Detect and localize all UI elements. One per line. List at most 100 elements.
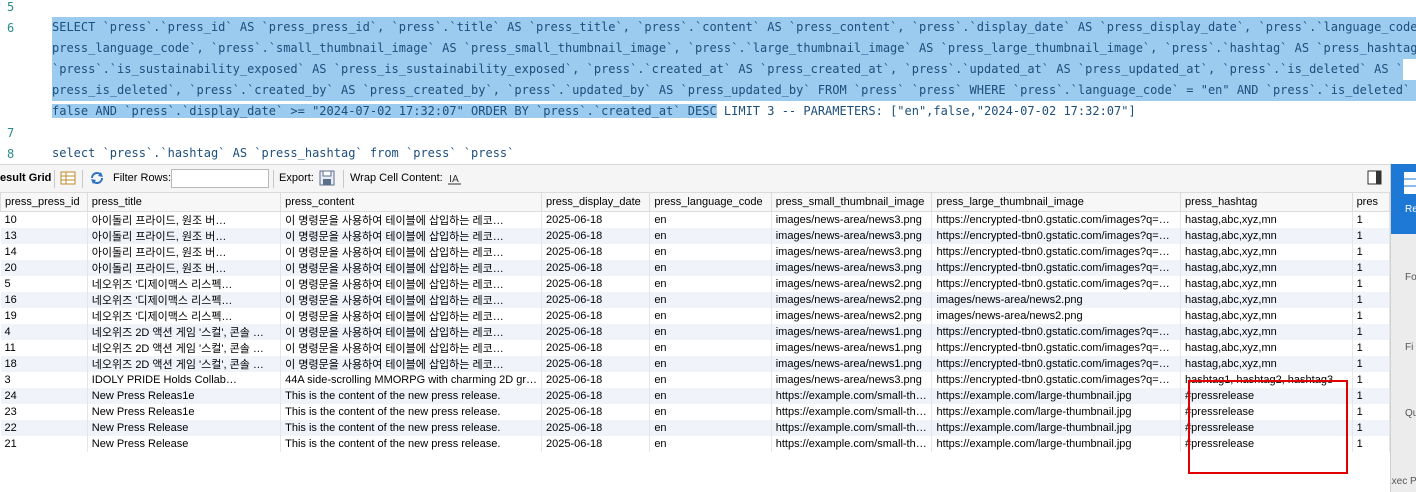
table-cell[interactable]: 1	[1352, 372, 1390, 388]
table-cell[interactable]: 2025-06-18	[541, 244, 651, 260]
table-cell[interactable]: 네오위즈 2D 액션 게임 '스컬', 콘솔 …	[87, 340, 282, 356]
wrap-cell-icon[interactable]: IA	[447, 170, 463, 186]
table-cell[interactable]: images/news-area/news3.png	[771, 260, 933, 276]
table-cell[interactable]: en	[649, 260, 772, 276]
table-cell[interactable]: images/news-area/news2.png	[771, 276, 933, 292]
export-icon[interactable]	[319, 170, 335, 186]
table-cell[interactable]: 14	[0, 244, 88, 260]
table-row[interactable]: 19 네오위즈 '디제이맥스 리스펙… 이 명령문을 사용하여 테이블에 삽입하는 …	[0, 308, 1390, 324]
table-row[interactable]: 16 네오위즈 '디제이맥스 리스펙… 이 명령문을 사용하여 테이블에 삽입하는 …	[0, 292, 1390, 308]
table-row[interactable]: 13 아이돌리 프라이드, 원조 버… 이 명령문을 사용하여 테이블에 삽입하는 …	[0, 228, 1390, 244]
table-cell[interactable]: 1	[1352, 404, 1390, 420]
table-cell[interactable]: 이 명령문을 사용하여 테이블에 삽입하는 레코…	[280, 244, 543, 260]
table-cell[interactable]: 2025-06-18	[541, 372, 651, 388]
table-cell[interactable]: 이 명령문을 사용하여 테이블에 삽입하는 레코…	[280, 260, 543, 276]
table-cell[interactable]: 2025-06-18	[541, 356, 651, 372]
table-cell[interactable]: 2025-06-18	[541, 308, 651, 324]
table-cell[interactable]: 2025-06-18	[541, 420, 651, 436]
query-stats-panel-button[interactable]: Qu St	[1391, 384, 1416, 444]
table-row[interactable]: 23 New Press Releas1e This is the content …	[0, 404, 1390, 420]
field-types-panel-button[interactable]: Fi Ty	[1391, 314, 1416, 374]
table-cell[interactable]: hastag,abc,xyz,mn	[1180, 324, 1353, 340]
table-cell[interactable]: 23	[0, 404, 88, 420]
table-cell[interactable]: 이 명령문을 사용하여 테이블에 삽입하는 레코…	[280, 228, 543, 244]
table-cell[interactable]: New Press Releas1e	[87, 404, 282, 420]
table-cell[interactable]: images/news-area/news3.png	[771, 372, 933, 388]
table-cell[interactable]: 아이돌리 프라이드, 원조 버…	[87, 260, 282, 276]
table-cell[interactable]: 1	[1352, 340, 1390, 356]
table-cell[interactable]: 22	[0, 420, 88, 436]
column-header-press-small-thumbnail-image[interactable]: press_small_thumbnail_image	[770, 192, 933, 212]
table-cell[interactable]: 1	[1352, 388, 1390, 404]
sql-line-segment[interactable]: SELECT `press`.`press_id` AS `press_pres…	[52, 17, 1416, 38]
table-cell[interactable]: https://encrypted-tbn0.gstatic.com/image…	[931, 276, 1182, 292]
table-cell[interactable]: 44A side-scrolling MMORPG with charming …	[280, 372, 543, 388]
table-cell[interactable]: 2025-06-18	[541, 211, 651, 228]
table-cell[interactable]: This is the content of the new press rel…	[280, 388, 543, 404]
table-cell[interactable]: 2025-06-18	[541, 324, 651, 340]
result-grid-tab[interactable]: esult Grid	[0, 172, 51, 184]
table-cell[interactable]: 18	[0, 356, 88, 372]
table-cell[interactable]: 이 명령문을 사용하여 테이블에 삽입하는 레코…	[280, 308, 543, 324]
table-cell[interactable]: 이 명령문을 사용하여 테이블에 삽입하는 레코…	[280, 292, 543, 308]
table-cell[interactable]: en	[649, 388, 772, 404]
table-row[interactable]: 24 New Press Releas1e This is the content …	[0, 388, 1390, 404]
table-cell[interactable]: 2025-06-18	[541, 388, 651, 404]
table-cell[interactable]: This is the content of the new press rel…	[280, 404, 543, 420]
table-cell[interactable]: hastag,abc,xyz,mn	[1180, 276, 1353, 292]
table-cell[interactable]: images/news-area/news2.png	[931, 308, 1182, 324]
table-cell[interactable]: https://encrypted-tbn0.gstatic.com/image…	[931, 324, 1182, 340]
table-cell[interactable]: This is the content of the new press rel…	[280, 420, 543, 436]
table-cell[interactable]: 이 명령문을 사용하여 테이블에 삽입하는 레코…	[280, 276, 543, 292]
table-cell[interactable]: 네오위즈 2D 액션 게임 '스컬', 콘솔 …	[87, 356, 282, 372]
sql-editor[interactable]: 5 6 7 8 SELECT `press`.`press_id` AS `pr…	[0, 0, 1416, 164]
table-cell[interactable]: 1	[1352, 324, 1390, 340]
table-cell[interactable]: 1	[1352, 292, 1390, 308]
table-cell[interactable]: 13	[0, 228, 88, 244]
table-cell[interactable]: en	[649, 228, 772, 244]
table-cell[interactable]: en	[649, 372, 772, 388]
table-cell[interactable]: 20	[0, 260, 88, 276]
form-editor-panel-button[interactable]: Fo Ed	[1391, 244, 1416, 304]
column-header-pres[interactable]: pres	[1351, 192, 1390, 212]
table-cell[interactable]: https://encrypted-tbn0.gstatic.com/image…	[931, 340, 1182, 356]
table-row[interactable]: 4 네오위즈 2D 액션 게임 '스컬', 콘솔 … 이 명령문을 사용하여 테이블…	[0, 324, 1390, 340]
column-header-press-display-date[interactable]: press_display_date	[541, 192, 651, 212]
column-header-press-language-code[interactable]: press_language_code	[649, 192, 772, 212]
table-row[interactable]: 22 New Press Release This is the content o…	[0, 420, 1390, 436]
sql-line-segment[interactable]: press_is_deleted`, `press`.`created_by` …	[52, 80, 1416, 101]
sql-line-segment[interactable]: press_language_code`, `press`.`small_thu…	[52, 38, 1416, 59]
table-cell[interactable]: 1	[1352, 356, 1390, 372]
table-cell[interactable]: en	[649, 420, 772, 436]
table-cell[interactable]: images/news-area/news3.png	[771, 228, 933, 244]
table-cell[interactable]: images/news-area/news2.png	[931, 292, 1182, 308]
table-cell[interactable]: en	[649, 211, 772, 228]
table-cell[interactable]: New Press Release	[87, 420, 282, 436]
table-cell[interactable]: hastag,abc,xyz,mn	[1180, 308, 1353, 324]
table-cell[interactable]: images/news-area/news2.png	[771, 308, 933, 324]
table-cell[interactable]: New Press Release	[87, 436, 282, 452]
table-cell[interactable]: 10	[0, 211, 88, 228]
table-cell[interactable]: images/news-area/news1.png	[771, 340, 933, 356]
table-row[interactable]: 21 New Press Release This is the content o…	[0, 436, 1390, 452]
sql-line-segment[interactable]: `press`.`is_sustainability_exposed` AS `…	[52, 59, 1404, 80]
table-cell[interactable]: 3	[0, 372, 88, 388]
result-grid[interactable]: press_press_id press_title press_content pr…	[0, 192, 1390, 492]
execution-plan-panel-button[interactable]: Exec Pl	[1391, 454, 1416, 492]
table-row[interactable]: 5 네오위즈 '디제이맥스 리스펙… 이 명령문을 사용하여 테이블에 삽입하는 레…	[0, 276, 1390, 292]
table-row[interactable]: 18 네오위즈 2D 액션 게임 '스컬', 콘솔 … 이 명령문을 사용하여 테이…	[0, 356, 1390, 372]
table-row[interactable]: 14 아이돌리 프라이드, 원조 버… 이 명령문을 사용하여 테이블에 삽입하는 …	[0, 244, 1390, 260]
sql-line-8[interactable]: select `press`.`hashtag` AS `press_hasht…	[52, 143, 514, 164]
table-cell[interactable]: en	[649, 436, 772, 452]
sql-line-last[interactable]: false AND `press`.`display_date` >= "202…	[52, 101, 1136, 122]
table-cell[interactable]: 이 명령문을 사용하여 테이블에 삽입하는 레코…	[280, 324, 543, 340]
table-cell[interactable]: 2025-06-18	[541, 436, 651, 452]
table-cell[interactable]: 4	[0, 324, 88, 340]
table-cell[interactable]: en	[649, 276, 772, 292]
table-cell[interactable]: 19	[0, 308, 88, 324]
table-cell[interactable]: https://example.com/small-th…	[771, 436, 933, 452]
table-cell[interactable]: https://encrypted-tbn0.gstatic.com/image…	[931, 356, 1182, 372]
table-cell[interactable]: 1	[1352, 276, 1390, 292]
table-cell[interactable]: https://example.com/small-th…	[771, 404, 933, 420]
table-cell[interactable]: 1	[1352, 436, 1390, 452]
